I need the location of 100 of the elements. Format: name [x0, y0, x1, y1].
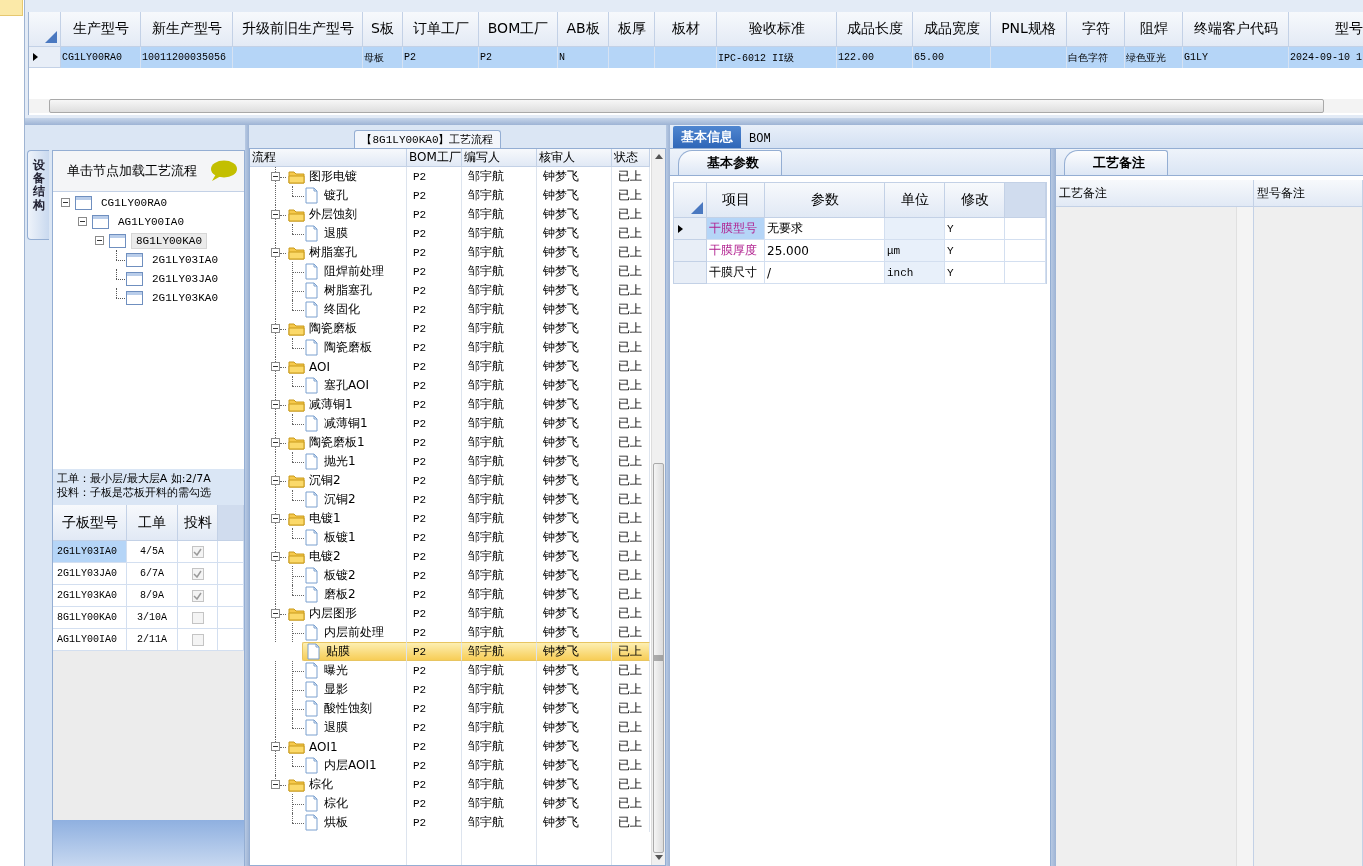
tree-row[interactable]: AOI1 P2 邹宇航 钟梦飞 已上 — [250, 737, 651, 756]
column-header[interactable]: 生产型号 — [61, 12, 141, 47]
tree-row[interactable]: 陶瓷磨板1 P2 邹宇航 钟梦飞 已上 — [250, 433, 651, 452]
splitter-handle[interactable] — [25, 118, 1363, 125]
column-header[interactable]: BOM工厂 — [479, 12, 558, 47]
column-header[interactable]: 新生产型号 — [141, 12, 233, 47]
collapse-icon[interactable] — [271, 438, 280, 447]
tree-row[interactable]: 终固化 P2 邹宇航 钟梦飞 已上 — [250, 300, 651, 319]
table-cell[interactable]: 干膜厚度 — [707, 240, 765, 262]
column-header[interactable]: PNL规格 — [991, 12, 1067, 47]
tree-row[interactable]: 塞孔AOI P2 邹宇航 钟梦飞 已上 — [250, 376, 651, 395]
tab[interactable]: BOM — [741, 130, 779, 148]
checkbox[interactable] — [191, 611, 204, 624]
side-tab[interactable]: 设备结构 — [27, 150, 49, 240]
scroll-down-icon[interactable] — [653, 855, 664, 861]
tab[interactable]: 基本参数 — [678, 150, 782, 175]
tab[interactable]: 基本信息 — [673, 126, 741, 148]
column-header[interactable]: 流程 — [250, 149, 407, 167]
collapse-icon[interactable] — [271, 476, 280, 485]
column-header[interactable]: 成品宽度 — [913, 12, 991, 47]
tree-row[interactable]: 棕化 P2 邹宇航 钟梦飞 已上 — [250, 794, 651, 813]
column-header[interactable]: 投料 — [178, 505, 218, 541]
tree-row[interactable]: 镀孔 P2 邹宇航 钟梦飞 已上 — [250, 186, 651, 205]
table-cell[interactable]: 2G1LY03KA0 — [53, 585, 127, 607]
collapse-icon[interactable] — [271, 552, 280, 561]
column-header[interactable]: 型号备注 — [1254, 180, 1363, 207]
corner-cell[interactable] — [674, 183, 707, 218]
tree-row[interactable]: 树脂塞孔 P2 邹宇航 钟梦飞 已上 — [250, 281, 651, 300]
column-header[interactable]: AB板 — [558, 12, 609, 47]
collapse-icon[interactable] — [271, 362, 280, 371]
tree-row[interactable]: 沉铜2 P2 邹宇航 钟梦飞 已上 — [250, 471, 651, 490]
table-row[interactable]: CG1LY00RA0 10011200035056 母板 P2 P2 N IPC-6012 II级 122.00 65.00 白色字符 绿色亚光 G1LY 2024-09-10 1 — [29, 47, 1363, 68]
table-cell[interactable]: 干膜型号 — [707, 218, 765, 240]
column-header[interactable]: BOM工厂 — [407, 149, 462, 167]
tree-row[interactable]: 退膜 P2 邹宇航 钟梦飞 已上 — [250, 224, 651, 243]
collapse-icon[interactable] — [271, 780, 280, 789]
tree-node[interactable]: 8G1LY00KA0 — [131, 232, 207, 249]
tree-row[interactable]: 减薄铜1 P2 邹宇航 钟梦飞 已上 — [250, 395, 651, 414]
column-header[interactable]: 修改 — [945, 183, 1005, 218]
collapse-icon[interactable] — [271, 210, 280, 219]
vertical-scrollbar[interactable] — [651, 149, 665, 865]
column-header[interactable]: 升级前旧生产型号 — [233, 12, 363, 47]
tree-row[interactable]: 板镀2 P2 邹宇航 钟梦飞 已上 — [250, 566, 651, 585]
column-header[interactable]: 订单工厂 — [403, 12, 479, 47]
column-header[interactable]: 编写人 — [462, 149, 537, 167]
column-header[interactable]: 工单 — [127, 505, 178, 541]
row-header[interactable] — [29, 47, 61, 68]
tree-row[interactable]: 退膜 P2 邹宇航 钟梦飞 已上 — [250, 718, 651, 737]
column-header[interactable]: 核审人 — [537, 149, 612, 167]
tree-row[interactable]: 棕化 P2 邹宇航 钟梦飞 已上 — [250, 775, 651, 794]
tree-node[interactable]: 2G1LY03KA0 — [148, 290, 222, 305]
tree-row[interactable]: 曝光 P2 邹宇航 钟梦飞 已上 — [250, 661, 651, 680]
column-header[interactable]: 板厚 — [609, 12, 655, 47]
checkbox[interactable] — [191, 567, 204, 580]
column-header[interactable]: 参数 — [765, 183, 885, 218]
column-header[interactable]: 型号 — [1289, 12, 1363, 47]
row-header[interactable] — [674, 218, 707, 240]
collapse-icon[interactable] — [271, 172, 280, 181]
tree-row[interactable]: 烘板 P2 邹宇航 钟梦飞 已上 — [250, 813, 651, 832]
tree-row[interactable]: 显影 P2 邹宇航 钟梦飞 已上 — [250, 680, 651, 699]
column-header[interactable]: 终端客户代码 — [1183, 12, 1289, 47]
tree-node[interactable]: AG1LY00IA0 — [114, 214, 188, 229]
column-header[interactable]: 工艺备注 — [1056, 180, 1254, 207]
table-cell[interactable]: 8G1LY00KA0 — [53, 607, 127, 629]
corner-cell[interactable] — [29, 12, 61, 47]
tree-node[interactable]: 2G1LY03JA0 — [148, 271, 222, 286]
table-cell[interactable]: 干膜尺寸 — [707, 262, 765, 284]
column-header[interactable]: 单位 — [885, 183, 945, 218]
table-cell[interactable]: 2G1LY03IA0 — [53, 541, 127, 563]
tree-row[interactable]: 酸性蚀刻 P2 邹宇航 钟梦飞 已上 — [250, 699, 651, 718]
tree-row[interactable]: 图形电镀 P2 邹宇航 钟梦飞 已上 — [250, 167, 651, 186]
collapse-icon[interactable] — [78, 217, 87, 226]
splitter-handle[interactable] — [245, 125, 249, 866]
tree-row[interactable]: 减薄铜1 P2 邹宇航 钟梦飞 已上 — [250, 414, 651, 433]
collapse-icon[interactable] — [271, 514, 280, 523]
tree-row[interactable]: 贴膜 P2 邹宇航 钟梦飞 已上 — [250, 642, 651, 661]
table-cell[interactable]: 2G1LY03JA0 — [53, 563, 127, 585]
tree-row[interactable]: 陶瓷磨板 P2 邹宇航 钟梦飞 已上 — [250, 338, 651, 357]
tree-row[interactable]: AOI P2 邹宇航 钟梦飞 已上 — [250, 357, 651, 376]
column-header[interactable]: S板 — [363, 12, 403, 47]
tree-row[interactable]: 板镀1 P2 邹宇航 钟梦飞 已上 — [250, 528, 651, 547]
tree-row[interactable]: 电镀2 P2 邹宇航 钟梦飞 已上 — [250, 547, 651, 566]
tree-row[interactable]: 内层图形 P2 邹宇航 钟梦飞 已上 — [250, 604, 651, 623]
vertical-scrollbar[interactable] — [1236, 207, 1253, 866]
column-header[interactable]: 成品长度 — [837, 12, 913, 47]
column-header[interactable]: 字符 — [1067, 12, 1125, 47]
splitter-handle[interactable] — [1051, 149, 1056, 866]
tab[interactable]: 工艺备注 — [1064, 150, 1168, 175]
tree-row[interactable]: 内层AOI1 P2 邹宇航 钟梦飞 已上 — [250, 756, 651, 775]
scroll-thumb[interactable] — [653, 463, 664, 853]
column-header[interactable]: 阻焊 — [1125, 12, 1183, 47]
collapse-icon[interactable] — [95, 236, 104, 245]
column-header[interactable]: 状态 — [612, 149, 650, 167]
tree-row[interactable]: 阻焊前处理 P2 邹宇航 钟梦飞 已上 — [250, 262, 651, 281]
tree-node[interactable]: CG1LY00RA0 — [97, 195, 171, 210]
collapse-icon[interactable] — [61, 198, 70, 207]
checkbox[interactable] — [191, 633, 204, 646]
tree-row[interactable]: 树脂塞孔 P2 邹宇航 钟梦飞 已上 — [250, 243, 651, 262]
checkbox[interactable] — [191, 545, 204, 558]
column-header[interactable]: 子板型号 — [53, 505, 127, 541]
